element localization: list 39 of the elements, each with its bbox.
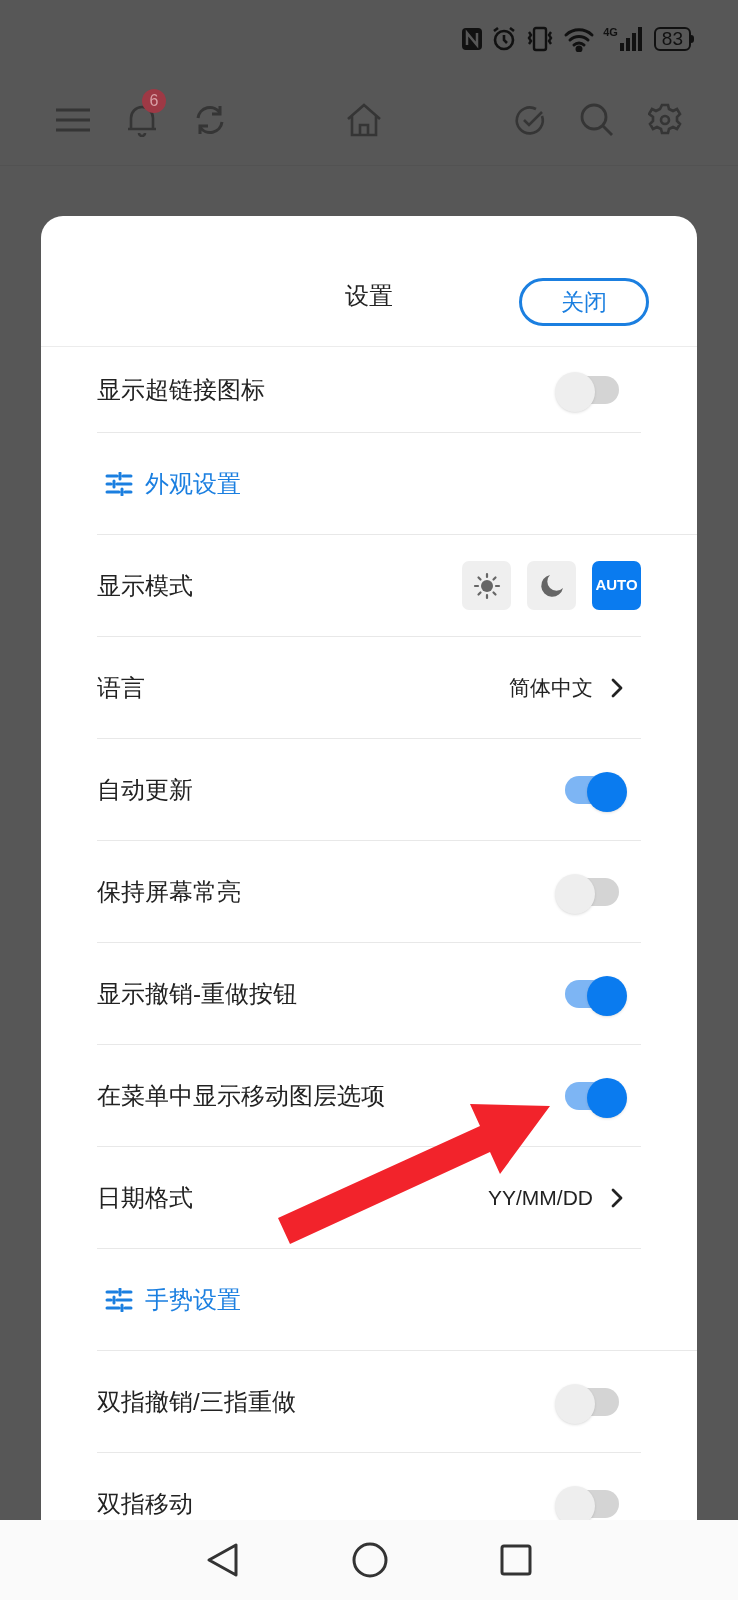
setting-label: 保持屏幕常亮: [97, 876, 241, 907]
wifi-icon: [563, 26, 596, 52]
setting-label: 显示超链接图标: [97, 374, 265, 405]
home-circle-icon[interactable]: [352, 1542, 388, 1578]
setting-label: 双指移动: [97, 1488, 193, 1519]
setting-label: 日期格式: [97, 1182, 193, 1213]
setting-label: 语言: [97, 672, 145, 703]
home-icon[interactable]: [346, 102, 382, 137]
dark-mode-button[interactable]: [527, 561, 576, 610]
sync-icon[interactable]: [194, 103, 226, 136]
setting-value[interactable]: YY/MM/DD: [488, 1181, 593, 1214]
network-type-label: 4G: [603, 27, 618, 38]
section-heading: 手势设置: [145, 1284, 241, 1315]
back-icon[interactable]: [206, 1542, 240, 1578]
setting-label: 自动更新: [97, 774, 193, 805]
notification-badge: 6: [142, 88, 166, 113]
chevron-right-icon: [611, 677, 623, 698]
chevron-right-icon: [611, 1187, 623, 1208]
setting-label: 在菜单中显示移动图层选项: [97, 1080, 385, 1111]
close-button[interactable]: 关闭: [519, 278, 649, 326]
setting-label: 双指撤销/三指重做: [97, 1386, 296, 1417]
sun-icon: [472, 571, 501, 600]
search-icon[interactable]: [580, 102, 614, 137]
signal-icon: [619, 27, 642, 51]
menu-icon[interactable]: [56, 106, 90, 133]
light-mode-button[interactable]: [462, 561, 511, 610]
section-heading: 外观设置: [145, 468, 241, 499]
dialog-title: 设置: [345, 281, 393, 311]
setting-value[interactable]: 简体中文: [509, 671, 593, 704]
setting-label: 显示撤销-重做按钮: [97, 978, 297, 1009]
nfc-icon: [461, 27, 484, 51]
battery-indicator: 83: [653, 27, 694, 51]
recents-icon[interactable]: [500, 1544, 532, 1576]
sliders-icon: [105, 1287, 133, 1312]
check-circle-icon[interactable]: [514, 103, 546, 136]
setting-label: 显示模式: [97, 570, 193, 601]
settings-icon[interactable]: [648, 102, 682, 137]
auto-mode-button[interactable]: AUTO: [592, 561, 641, 610]
sliders-icon: [105, 471, 133, 496]
